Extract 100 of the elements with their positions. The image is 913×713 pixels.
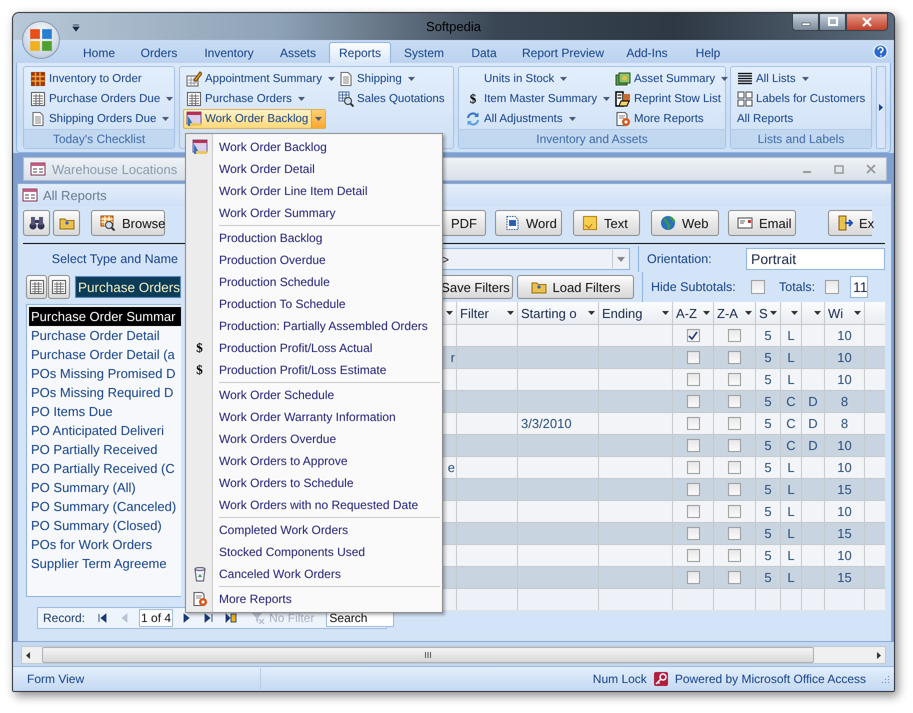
report-list-item[interactable]: Purchase Order Detail (a xyxy=(29,345,181,364)
menu-item[interactable]: Stocked Components Used xyxy=(186,541,442,563)
checkbox[interactable] xyxy=(686,395,700,408)
report-list-item[interactable]: PO Partially Received xyxy=(29,440,181,459)
report-list-item[interactable]: PO Summary (Canceled) xyxy=(29,497,181,516)
checkbox[interactable] xyxy=(728,395,741,408)
caret-icon[interactable] xyxy=(877,652,881,658)
column-header[interactable]: A-Z xyxy=(673,302,714,324)
nav-button[interactable] xyxy=(97,612,110,624)
report-list-item[interactable]: Purchase Order Summar xyxy=(29,307,181,326)
checkbox[interactable] xyxy=(686,527,700,540)
checkbox[interactable] xyxy=(686,483,700,496)
report-list-item[interactable]: PO Summary (Closed) xyxy=(29,516,181,535)
column-header[interactable]: Wi xyxy=(825,302,865,324)
scroll-thumb[interactable] xyxy=(42,647,814,663)
checkbox[interactable] xyxy=(728,549,741,562)
ribbon-button[interactable]: Shipping Orders Due xyxy=(27,109,174,129)
menu-item[interactable]: Production To Schedule xyxy=(186,293,442,315)
ribbon-button[interactable]: Inventory to Order xyxy=(27,69,145,89)
ribbon-button[interactable]: Purchase Orders Due xyxy=(27,89,178,109)
ribbon-tab[interactable]: System xyxy=(391,42,457,63)
menu-item[interactable]: Work Orders Overdue xyxy=(186,428,442,450)
ribbon-button[interactable]: All Adjustments xyxy=(462,109,581,129)
checkbox[interactable] xyxy=(728,373,741,386)
record-position-field[interactable]: 1 of 4 xyxy=(139,609,174,627)
menu-item[interactable]: Work Order Warranty Information xyxy=(186,406,442,428)
menu-item[interactable]: Production: Partially Assembled Orders xyxy=(186,315,442,337)
checkbox[interactable] xyxy=(728,527,741,540)
column-header[interactable]: S xyxy=(756,302,781,324)
menu-item[interactable]: $ Production Profit/Loss Actual xyxy=(186,337,442,359)
ribbon-button[interactable]: All Reports xyxy=(734,109,796,129)
ribbon-button[interactable]: Purchase Orders xyxy=(183,89,310,109)
menu-item[interactable]: Work Orders with no Requested Date xyxy=(186,494,442,516)
maximize-icon[interactable] xyxy=(834,164,844,174)
nav-button[interactable] xyxy=(203,612,216,624)
caret-icon[interactable] xyxy=(26,652,30,658)
toolbar-button[interactable]: Browse xyxy=(91,210,165,236)
report-list-item[interactable]: PO Anticipated Deliveri xyxy=(29,421,181,440)
ribbon-button[interactable]: Labels for Customers xyxy=(734,89,868,109)
ribbon-button[interactable]: All Lists xyxy=(734,69,814,89)
checkbox[interactable] xyxy=(686,329,700,342)
ribbon-tab[interactable]: Home xyxy=(71,42,127,63)
checkbox[interactable] xyxy=(686,439,700,452)
ribbon-button[interactable]: Sales Quotations xyxy=(335,89,448,109)
filter-button[interactable]: Load Filters xyxy=(517,275,634,299)
toolbar-button[interactable] xyxy=(23,210,50,236)
report-list-item[interactable]: PO Partially Received (C xyxy=(29,459,181,478)
ribbon-button[interactable]: More Reports xyxy=(612,109,707,129)
caret-icon[interactable] xyxy=(72,24,80,32)
menu-item[interactable]: More Reports xyxy=(186,588,442,610)
report-list-item[interactable]: Supplier Term Agreeme xyxy=(29,554,181,573)
toolbar-button[interactable]: Web xyxy=(651,210,719,236)
help-icon[interactable] xyxy=(873,44,888,59)
menu-item[interactable]: Work Order Detail xyxy=(186,158,442,180)
ribbon-tab[interactable]: Help xyxy=(679,42,737,63)
ribbon-tab[interactable]: Reports xyxy=(329,42,391,63)
report-list-item[interactable]: PO Summary (All) xyxy=(29,478,181,497)
maximize-button[interactable] xyxy=(819,13,846,31)
checkbox[interactable] xyxy=(728,439,741,452)
type-dropdown[interactable]: Purchase Orders xyxy=(74,276,181,298)
toolbar-button[interactable]: Word xyxy=(495,210,562,236)
menu-item[interactable]: Canceled Work Orders xyxy=(186,563,442,585)
number-field[interactable]: 11 xyxy=(850,276,868,298)
checkbox[interactable] xyxy=(686,351,700,364)
checkbox[interactable] xyxy=(825,280,839,294)
checkbox[interactable] xyxy=(728,351,741,364)
menu-item[interactable]: Work Order Schedule xyxy=(186,384,442,406)
horizontal-scrollbar[interactable] xyxy=(21,646,886,664)
ribbon-tab[interactable]: Inventory xyxy=(191,42,267,63)
report-list-item[interactable]: POs Missing Promised D xyxy=(29,364,181,383)
report-list-item[interactable]: POs Missing Required D xyxy=(29,383,181,402)
minimize-button[interactable] xyxy=(792,13,819,31)
nav-button[interactable] xyxy=(225,612,238,624)
checkbox[interactable] xyxy=(728,329,741,342)
sheet-icon[interactable] xyxy=(48,275,70,299)
scroll-right-button[interactable] xyxy=(876,66,886,149)
checkbox[interactable] xyxy=(728,505,741,518)
close-button[interactable] xyxy=(846,13,888,31)
menu-item[interactable]: Work Orders to Schedule xyxy=(186,472,442,494)
checkbox[interactable] xyxy=(728,417,741,430)
checkbox[interactable] xyxy=(728,483,741,496)
menu-item[interactable]: $ Production Profit/Loss Estimate xyxy=(186,359,442,381)
toolbar-button[interactable]: Email xyxy=(728,210,796,236)
report-list-item[interactable]: Purchase Order Detail xyxy=(29,326,181,345)
sheet-icon[interactable] xyxy=(26,275,48,299)
checkbox[interactable] xyxy=(728,461,741,474)
report-list-item[interactable]: POs for Work Orders xyxy=(29,535,181,554)
checkbox[interactable] xyxy=(686,461,700,474)
orientation-field[interactable]: Portrait xyxy=(746,248,885,270)
ribbon-tab[interactable]: Data xyxy=(457,42,511,63)
ribbon-tab[interactable]: Orders xyxy=(127,42,191,63)
checkbox[interactable] xyxy=(686,571,700,584)
resize-grip-icon[interactable] xyxy=(880,674,890,684)
column-header[interactable]: Filter xyxy=(457,302,518,324)
report-list-item[interactable]: PO Items Due xyxy=(29,402,181,421)
ribbon-tab[interactable]: Add-Ins xyxy=(615,42,679,63)
checkbox[interactable] xyxy=(686,549,700,562)
close-icon[interactable] xyxy=(866,164,876,174)
checkbox[interactable] xyxy=(751,280,765,294)
checkbox[interactable] xyxy=(686,373,700,386)
